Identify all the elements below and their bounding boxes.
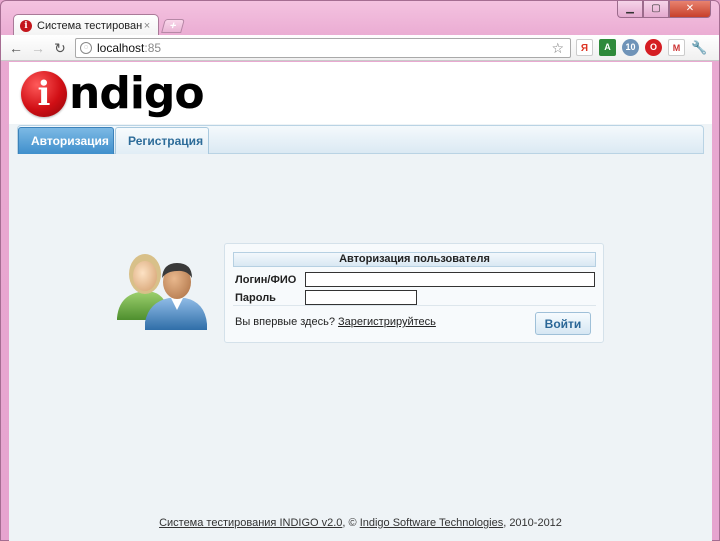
first-time-text: Вы впервые здесь? [235,316,335,328]
yandex-extension-icon[interactable]: Я [576,39,593,56]
url-port: :85 [144,41,162,55]
panel-divider [233,305,596,306]
window-controls: ▁ ▢ ✕ [617,1,711,18]
title-bar: i Система тестирования × + ▁ ▢ ✕ [1,1,719,36]
login-label: Логин/ФИО [235,274,297,286]
page-content: i ndigo Авторизация Регистрация Авториза… [9,62,712,541]
logo-mark-icon: i [21,71,67,117]
browser-tab[interactable]: i Система тестирования × [13,14,159,36]
tab-title: Система тестирования [37,19,142,32]
page-icon: ◌ [80,42,92,54]
tab-authorization[interactable]: Авторизация [18,127,114,154]
bookmark-star-icon[interactable]: ☆ [551,40,564,57]
indigo-logo: i ndigo [21,68,205,120]
wrench-menu-icon[interactable]: 🔧 [691,39,708,56]
gmail-extension-icon[interactable]: M [668,39,685,56]
password-label: Пароль [235,292,276,304]
extension-icons: Я A 10 O M 🔧 [576,39,714,56]
forward-arrow-icon[interactable]: → [29,39,47,57]
page-tabs: Авторизация Регистрация [17,125,704,154]
register-link[interactable]: Зарегистрируйтесь [338,316,436,328]
login-panel-title: Авторизация пользователя [233,252,596,267]
footer: Система тестирования INDIGO v2.0, © Indi… [9,517,712,529]
indigo-favicon-icon: i [20,19,32,32]
footer-separator: , © [342,517,360,529]
tab-close-icon[interactable]: × [142,20,152,32]
tab-registration[interactable]: Регистрация [115,127,209,154]
logo-text: ndigo [69,68,205,119]
minimize-button[interactable]: ▁ [617,1,643,18]
new-tab-button[interactable]: + [161,19,185,33]
users-avatar-icon [115,246,211,340]
weather-extension-icon[interactable]: 10 [622,39,639,56]
login-button[interactable]: Войти [535,312,591,335]
maximize-button[interactable]: ▢ [643,1,669,18]
close-window-button[interactable]: ✕ [669,1,711,18]
back-arrow-icon[interactable]: ← [7,39,25,57]
footer-years: , 2010-2012 [503,517,562,529]
url-host: localhost [97,41,145,55]
login-panel: Авторизация пользователя Логин/ФИО Парол… [224,243,604,343]
reload-icon[interactable]: ↻ [51,39,69,57]
footer-system-link[interactable]: Система тестирования INDIGO v2.0 [159,517,342,529]
password-input[interactable] [305,290,417,305]
first-time-row: Вы впервые здесь? Зарегистрируйтесь [235,316,436,328]
footer-company-link[interactable]: Indigo Software Technologies [360,517,504,529]
address-bar[interactable]: ◌ localhost :85 ☆ [75,38,571,58]
opera-extension-icon[interactable]: O [645,39,662,56]
browser-window: i Система тестирования × + ▁ ▢ ✕ ← → ↻ ◌… [0,0,720,541]
translate-extension-icon[interactable]: A [599,39,616,56]
browser-toolbar: ← → ↻ ◌ localhost :85 ☆ Я A 10 O M 🔧 [1,35,719,61]
login-input[interactable] [305,272,595,287]
page-header: i ndigo [9,62,712,124]
